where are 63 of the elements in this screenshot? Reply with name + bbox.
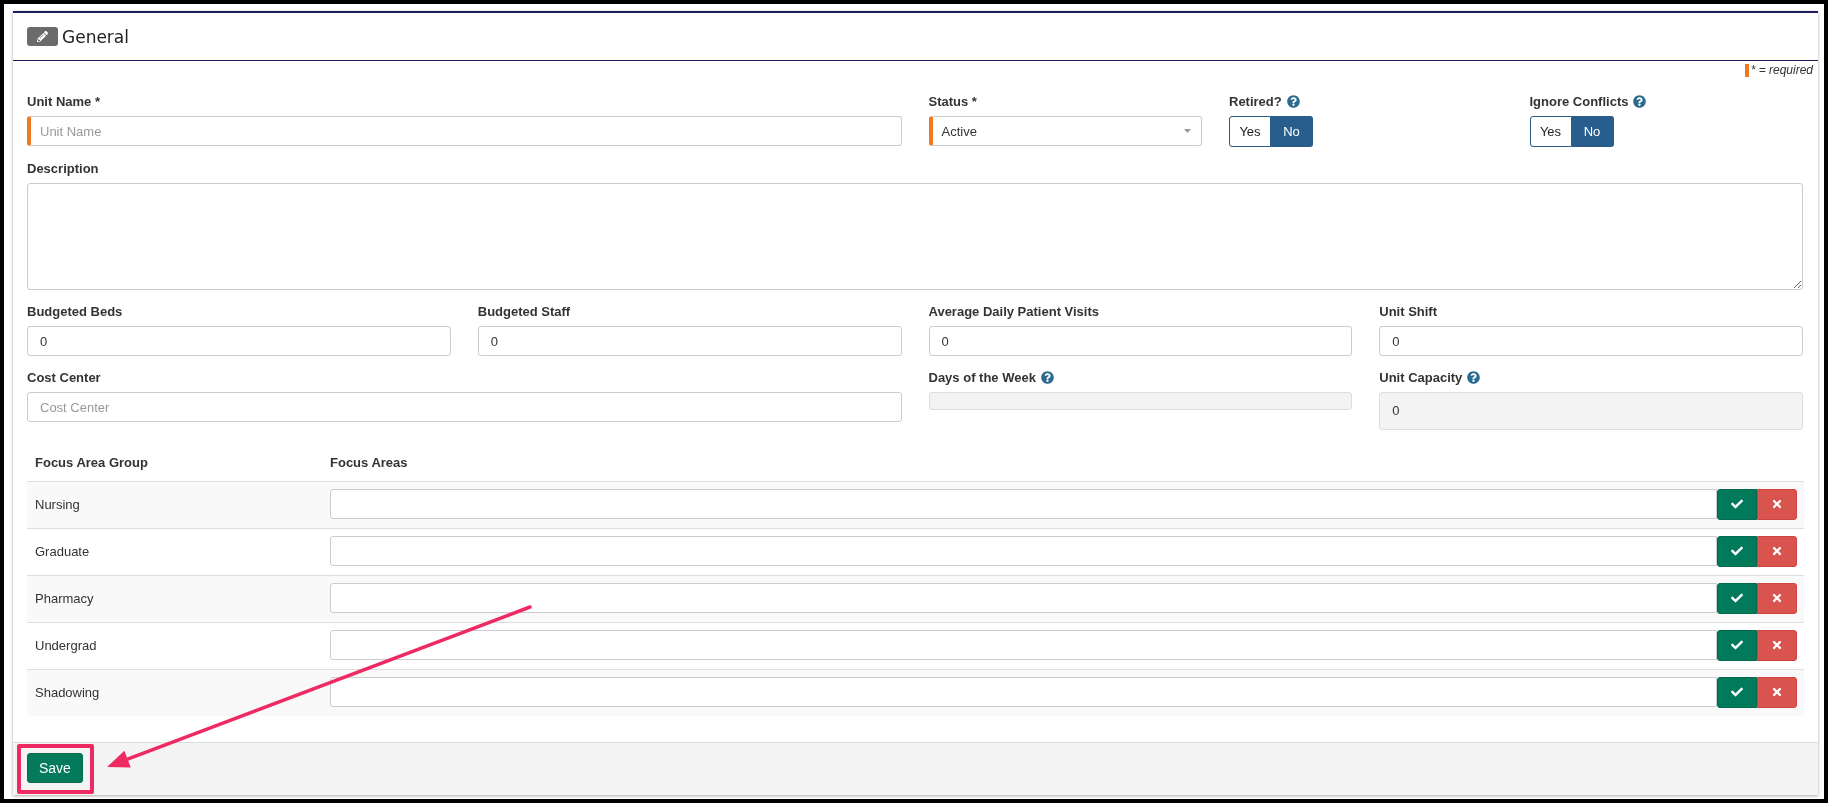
field-label: Unit Shift — [1379, 303, 1437, 319]
check-icon — [1731, 686, 1743, 698]
caret-icon — [1184, 129, 1191, 133]
table-cell: Undergrad — [35, 637, 97, 653]
input-field[interactable]: 0 — [1379, 326, 1803, 356]
close-icon — [1771, 592, 1783, 604]
field-label: Budgeted Beds — [27, 303, 123, 319]
field-label: Cost Center — [27, 369, 101, 385]
table-cell: Shadowing — [35, 684, 100, 700]
field-label: Average Daily Patient Visits — [928, 303, 1100, 319]
required-note: * = required — [1750, 63, 1813, 77]
field-label: Budgeted Staff — [477, 303, 571, 319]
field-label: Days of the Week — [928, 369, 1036, 385]
table-cell: Pharmacy — [35, 590, 94, 606]
input-field[interactable]: 0 — [477, 326, 902, 356]
input-field[interactable]: Cost Center — [27, 392, 902, 422]
readonly-field: 0 — [1379, 392, 1803, 430]
table-cell: Graduate — [35, 543, 90, 559]
input-field[interactable]: 0 — [27, 326, 451, 356]
check-icon — [1731, 498, 1743, 510]
check-icon — [1731, 592, 1743, 604]
column-header: Focus Areas — [322, 445, 1804, 481]
field-label: Unit Capacity — [1379, 369, 1463, 385]
field-label: Status * — [928, 93, 977, 109]
field-label: Unit Name * — [27, 93, 100, 109]
accept-button[interactable] — [1717, 488, 1757, 520]
remove-button[interactable] — [1757, 676, 1797, 708]
close-icon — [1771, 639, 1783, 651]
input-field[interactable] — [330, 630, 1717, 660]
save-button[interactable]: Save — [27, 753, 83, 783]
input-field[interactable] — [330, 489, 1717, 519]
column-header: Focus Area Group — [27, 445, 322, 481]
check-icon — [1731, 639, 1743, 651]
remove-button[interactable] — [1757, 629, 1797, 661]
remove-button[interactable] — [1757, 582, 1797, 614]
accept-button[interactable] — [1717, 582, 1757, 614]
input-field[interactable] — [330, 677, 1717, 707]
accept-button[interactable] — [1717, 535, 1757, 567]
input-field[interactable] — [330, 536, 1717, 566]
field-label: Description — [27, 160, 99, 176]
input-field[interactable]: 0 — [928, 326, 1353, 356]
remove-button[interactable] — [1757, 535, 1797, 567]
close-icon — [1771, 498, 1783, 510]
textarea-field[interactable] — [27, 183, 1803, 290]
accept-button[interactable] — [1717, 629, 1757, 661]
field-label: Retired? — [1229, 93, 1282, 109]
table-cell: Nursing — [35, 496, 80, 512]
close-icon — [1771, 545, 1783, 557]
panel-title: General — [62, 26, 129, 47]
close-icon — [1771, 686, 1783, 698]
select-field[interactable]: Active — [928, 116, 1202, 146]
field-label: Ignore Conflicts — [1529, 93, 1629, 109]
toggle-option[interactable]: No — [1271, 116, 1313, 147]
check-icon — [1731, 545, 1743, 557]
input-field[interactable] — [330, 583, 1717, 613]
remove-button[interactable] — [1757, 488, 1797, 520]
accept-button[interactable] — [1717, 676, 1757, 708]
input-field[interactable]: Unit Name — [27, 116, 902, 146]
toggle-option[interactable]: Yes — [1529, 116, 1572, 147]
required-marker-icon — [1744, 63, 1749, 77]
toggle-option[interactable]: No — [1571, 116, 1614, 147]
pencil-icon — [27, 27, 58, 46]
toggle-option[interactable]: Yes — [1229, 116, 1271, 147]
